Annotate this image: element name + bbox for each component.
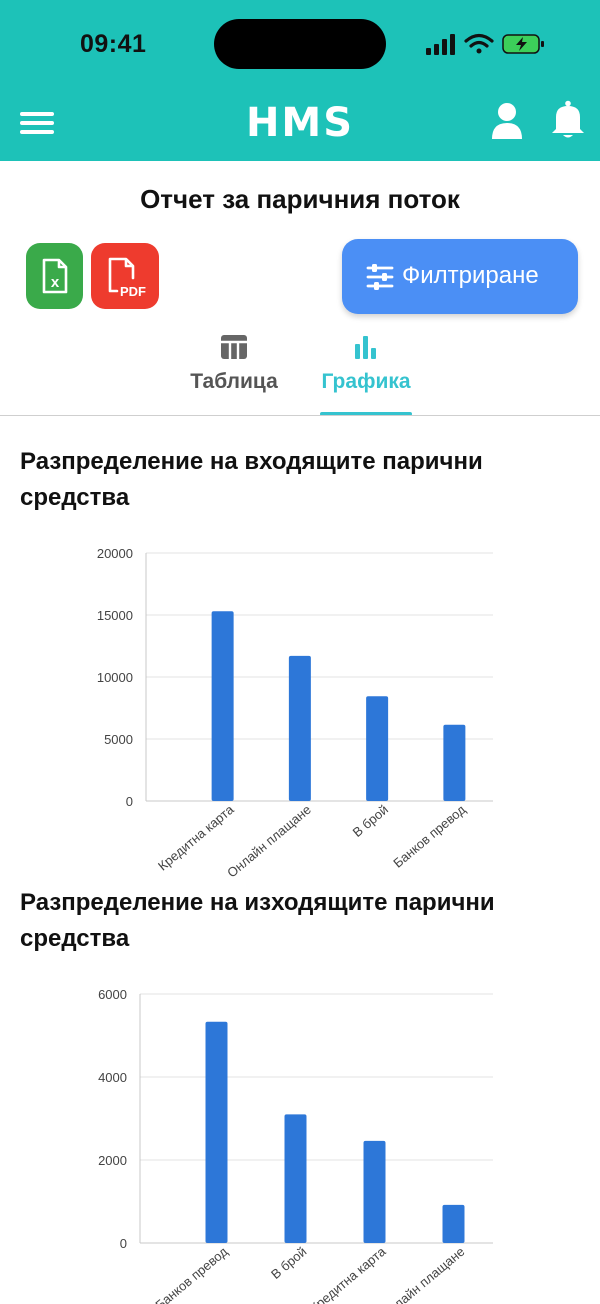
y-tick-label: 4000 (98, 1070, 127, 1085)
menu-button[interactable] (20, 108, 56, 138)
bar (205, 1021, 228, 1243)
table-icon (221, 335, 247, 359)
x-tick-label: Кредитна карта (155, 801, 237, 873)
incoming-chart-title: Разпределение на входящите парични средс… (20, 448, 483, 511)
y-tick-label: 0 (120, 1236, 127, 1251)
pdf-file-icon: PDF (108, 257, 146, 299)
y-tick-label: 2000 (98, 1153, 127, 1168)
x-tick-label: В брой (268, 1244, 309, 1282)
bar (363, 1140, 386, 1243)
export-excel-button[interactable]: x (26, 243, 83, 309)
user-button[interactable] (490, 102, 524, 140)
x-tick-label: Банков превод (390, 802, 468, 871)
bar (211, 611, 234, 801)
status-time: 09:41 (80, 30, 147, 58)
svg-text:PDF: PDF (120, 284, 146, 299)
bar-chart-icon (355, 336, 376, 359)
signal-icon (426, 34, 455, 55)
x-tick-label: Кредитна карта (307, 1243, 389, 1304)
y-tick-label: 6000 (98, 987, 127, 1002)
incoming-bar-chart: 0 5000 10000 15000 20000 Кредитна картаОнлайн… (97, 546, 493, 880)
x-tick-label: Банков превод (152, 1244, 230, 1304)
y-tick-label: 0 (126, 794, 133, 809)
outgoing-chart: 0 2000 4000 6000 Банков превод В брой Кредитна… (0, 984, 600, 1304)
x-tick-label: Онлайн плащане (224, 802, 314, 880)
wifi-icon (464, 33, 494, 54)
excel-file-icon: x (42, 258, 68, 294)
app-header: 09:41 HMS (0, 0, 600, 161)
tab-chart[interactable]: Графика (320, 330, 412, 416)
battery-icon (502, 34, 544, 54)
tab-table-label: Таблица (190, 370, 278, 393)
tabs-divider (0, 415, 600, 416)
status-icons (426, 33, 544, 55)
user-icon (492, 103, 522, 139)
export-pdf-button[interactable]: PDF (91, 243, 159, 309)
sliders-icon (366, 264, 394, 290)
dynamic-island (214, 19, 386, 69)
x-tick-label: Онлайн плащане (378, 1244, 468, 1304)
y-tick-label: 10000 (97, 670, 133, 685)
bar (284, 1114, 307, 1243)
y-tick-label: 15000 (97, 608, 133, 623)
hms-logo: HMS (246, 100, 354, 146)
svg-text:HMS: HMS (246, 100, 354, 146)
incoming-chart: 0 5000 10000 15000 20000 Кредитна карта Онлайн… (0, 540, 600, 880)
bar (288, 655, 311, 801)
outgoing-chart-title: Разпределение на изходящите парични сред… (20, 889, 495, 952)
tab-chart-label: Графика (321, 370, 411, 393)
page-title: Отчет за паричния поток (140, 184, 460, 214)
bar (366, 696, 389, 801)
notifications-button[interactable] (550, 100, 586, 140)
y-tick-label: 20000 (97, 546, 133, 561)
filter-label: Филтриране (402, 262, 539, 289)
filter-button[interactable]: Филтриране (342, 239, 578, 314)
outgoing-bar-chart: 0 2000 4000 6000 Банков превод В бройКредитна… (98, 987, 493, 1304)
svg-text:x: x (51, 274, 60, 291)
bar (443, 724, 466, 801)
y-tick-label: 5000 (104, 732, 133, 747)
bell-icon (552, 100, 584, 138)
tab-table[interactable]: Таблица (186, 330, 282, 416)
bar (442, 1204, 465, 1243)
x-tick-label: В брой (350, 802, 391, 840)
